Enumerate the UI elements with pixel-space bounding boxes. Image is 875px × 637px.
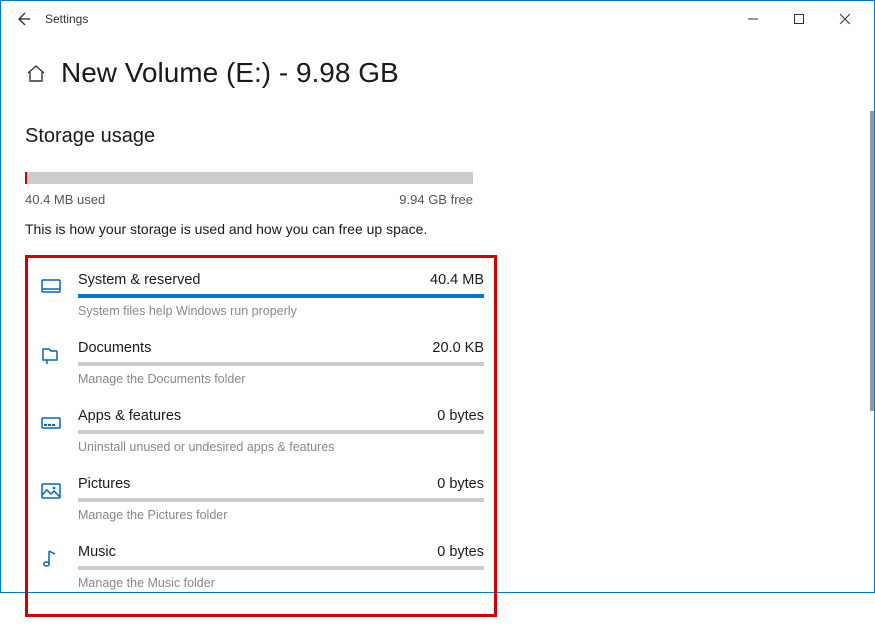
category-name: Music [78, 544, 116, 560]
page-title: New Volume (E:) - 9.98 GB [61, 57, 399, 89]
close-button[interactable] [822, 3, 868, 35]
category-pictures[interactable]: Pictures 0 bytes Manage the Pictures fol… [28, 470, 494, 538]
category-bar-fill [78, 294, 484, 298]
category-size: 40.4 MB [430, 272, 484, 288]
maximize-button[interactable] [776, 3, 822, 35]
category-size: 0 bytes [437, 408, 484, 424]
overall-storage-bar [25, 172, 473, 184]
category-name: Apps & features [78, 408, 181, 424]
music-icon [38, 546, 64, 572]
content: New Volume (E:) - 9.98 GB Storage usage … [1, 57, 874, 637]
category-subtext: Manage the Pictures folder [78, 508, 484, 522]
overall-storage-used-fill [25, 172, 27, 184]
back-arrow-icon [15, 11, 31, 27]
used-label: 40.4 MB used [25, 192, 105, 207]
documents-icon [38, 342, 64, 368]
section-title: Storage usage [25, 125, 850, 148]
category-bar [78, 430, 484, 434]
category-bar [78, 362, 484, 366]
category-subtext: System files help Windows run properly [78, 304, 484, 318]
category-bar [78, 498, 484, 502]
apps-icon [38, 410, 64, 436]
categories-highlight: System & reserved 40.4 MB System files h… [25, 255, 497, 617]
window-controls [730, 3, 868, 35]
overall-bar-labels: 40.4 MB used 9.94 GB free [25, 192, 473, 207]
category-system-reserved[interactable]: System & reserved 40.4 MB System files h… [28, 266, 494, 334]
home-icon[interactable] [25, 62, 47, 84]
titlebar: Settings [1, 1, 874, 37]
category-subtext: Manage the Music folder [78, 576, 484, 590]
category-subtext: Uninstall unused or undesired apps & fea… [78, 440, 484, 454]
system-icon [38, 274, 64, 300]
category-name: Pictures [78, 476, 130, 492]
category-size: 20.0 KB [432, 340, 484, 356]
page-header: New Volume (E:) - 9.98 GB [25, 57, 850, 89]
description: This is how your storage is used and how… [25, 221, 850, 237]
close-icon [839, 13, 851, 25]
minimize-button[interactable] [730, 3, 776, 35]
category-name: System & reserved [78, 272, 201, 288]
minimize-icon [747, 13, 759, 25]
back-button[interactable] [7, 3, 39, 35]
category-music[interactable]: Music 0 bytes Manage the Music folder [28, 538, 494, 606]
category-size: 0 bytes [437, 544, 484, 560]
app-title: Settings [45, 12, 88, 26]
category-subtext: Manage the Documents folder [78, 372, 484, 386]
free-label: 9.94 GB free [399, 192, 473, 207]
scrollbar[interactable] [870, 111, 874, 411]
category-size: 0 bytes [437, 476, 484, 492]
category-bar [78, 566, 484, 570]
category-bar [78, 294, 484, 298]
maximize-icon [793, 13, 805, 25]
category-documents[interactable]: Documents 20.0 KB Manage the Documents f… [28, 334, 494, 402]
category-name: Documents [78, 340, 151, 356]
category-apps-features[interactable]: Apps & features 0 bytes Uninstall unused… [28, 402, 494, 470]
pictures-icon [38, 478, 64, 504]
